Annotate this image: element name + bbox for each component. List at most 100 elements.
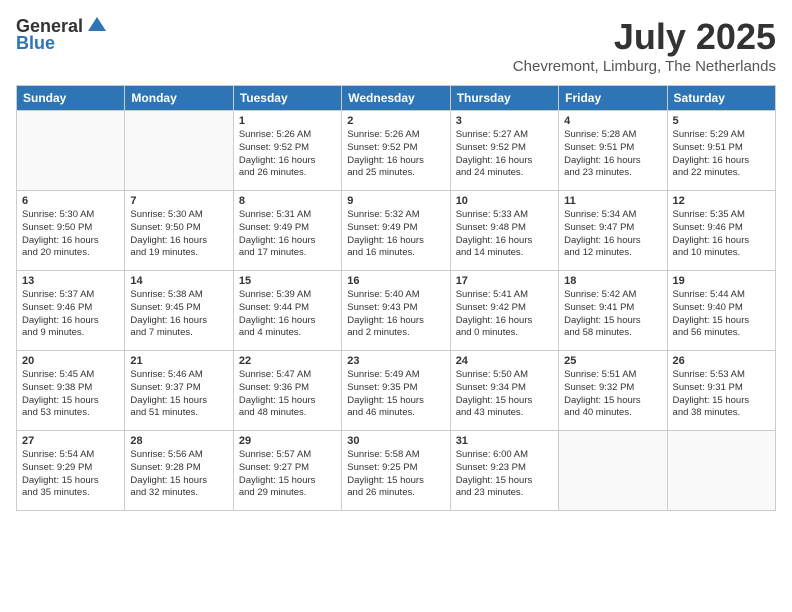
- calendar-cell: 2Sunrise: 5:26 AM Sunset: 9:52 PM Daylig…: [342, 111, 450, 191]
- day-detail: Sunrise: 5:34 AM Sunset: 9:47 PM Dayligh…: [564, 209, 661, 260]
- day-number: 24: [456, 355, 553, 367]
- weekday-header: Thursday: [450, 86, 558, 111]
- calendar-cell: 5 Sunrise: 5:29 AM Sunset: 9:51 PM Daylig…: [667, 111, 775, 191]
- day-number: 4: [564, 115, 661, 127]
- calendar-cell: 14 Sunrise: 5:38 AM Sunset: 9:45 PM Dayli…: [125, 271, 233, 351]
- day-detail: Sunrise: 5:51 AM Sunset: 9:32 PM Dayligh…: [564, 369, 661, 420]
- weekday-header: Tuesday: [233, 86, 341, 111]
- calendar-cell: 29 Sunrise: 5:57 AM Sunset: 9:27 PM Dayli…: [233, 431, 341, 511]
- calendar-cell: 31Sunrise: 6:00 AM Sunset: 9:23 PM Dayli…: [450, 431, 558, 511]
- day-number: 21: [130, 355, 227, 367]
- calendar-cell: 8 Sunrise: 5:31 AM Sunset: 9:49 PM Daylig…: [233, 191, 341, 271]
- calendar-cell: 7 Sunrise: 5:30 AM Sunset: 9:50 PM Daylig…: [125, 191, 233, 271]
- logo-triangle-icon: [88, 17, 106, 36]
- day-detail: Sunrise: 5:40 AM Sunset: 9:43 PM Dayligh…: [347, 289, 444, 340]
- weekday-header-row: SundayMondayTuesdayWednesdayThursdayFrid…: [17, 86, 776, 111]
- day-number: 22: [239, 355, 336, 367]
- calendar-cell: 19 Sunrise: 5:44 AM Sunset: 9:40 PM Dayli…: [667, 271, 775, 351]
- calendar-cell: 17 Sunrise: 5:41 AM Sunset: 9:42 PM Dayli…: [450, 271, 558, 351]
- day-detail: Sunrise: 5:44 AM Sunset: 9:40 PM Dayligh…: [673, 289, 770, 340]
- day-detail: Sunrise: 5:46 AM Sunset: 9:37 PM Dayligh…: [130, 369, 227, 420]
- day-number: 1: [239, 115, 336, 127]
- week-row: 20 Sunrise: 5:45 AM Sunset: 9:38 PM Dayli…: [17, 351, 776, 431]
- weekday-header: Sunday: [17, 86, 125, 111]
- calendar-cell: 26Sunrise: 5:53 AM Sunset: 9:31 PM Dayli…: [667, 351, 775, 431]
- day-detail: Sunrise: 5:39 AM Sunset: 9:44 PM Dayligh…: [239, 289, 336, 340]
- day-number: 16: [347, 275, 444, 287]
- day-detail: Sunrise: 5:26 AM Sunset: 9:52 PM Dayligh…: [239, 129, 336, 180]
- calendar-cell: 21 Sunrise: 5:46 AM Sunset: 9:37 PM Dayli…: [125, 351, 233, 431]
- day-detail: Sunrise: 5:58 AM Sunset: 9:25 PM Dayligh…: [347, 449, 444, 500]
- day-detail: Sunrise: 5:31 AM Sunset: 9:49 PM Dayligh…: [239, 209, 336, 260]
- calendar-cell: 3Sunrise: 5:27 AM Sunset: 9:52 PM Daylig…: [450, 111, 558, 191]
- calendar-cell: 15 Sunrise: 5:39 AM Sunset: 9:44 PM Dayli…: [233, 271, 341, 351]
- week-row: 13 Sunrise: 5:37 AM Sunset: 9:46 PM Dayli…: [17, 271, 776, 351]
- day-number: 14: [130, 275, 227, 287]
- day-detail: Sunrise: 5:49 AM Sunset: 9:35 PM Dayligh…: [347, 369, 444, 420]
- calendar-cell: [17, 111, 125, 191]
- day-number: 23: [347, 355, 444, 367]
- day-number: 9: [347, 195, 444, 207]
- weekday-header: Monday: [125, 86, 233, 111]
- calendar-cell: [559, 431, 667, 511]
- day-detail: Sunrise: 5:50 AM Sunset: 9:34 PM Dayligh…: [456, 369, 553, 420]
- day-detail: Sunrise: 5:38 AM Sunset: 9:45 PM Dayligh…: [130, 289, 227, 340]
- day-detail: Sunrise: 5:45 AM Sunset: 9:38 PM Dayligh…: [22, 369, 119, 420]
- day-detail: Sunrise: 5:37 AM Sunset: 9:46 PM Dayligh…: [22, 289, 119, 340]
- day-detail: Sunrise: 5:30 AM Sunset: 9:50 PM Dayligh…: [130, 209, 227, 260]
- day-number: 26: [673, 355, 770, 367]
- week-row: 27Sunrise: 5:54 AM Sunset: 9:29 PM Dayli…: [17, 431, 776, 511]
- day-number: 13: [22, 275, 119, 287]
- day-detail: Sunrise: 5:33 AM Sunset: 9:48 PM Dayligh…: [456, 209, 553, 260]
- day-detail: Sunrise: 5:29 AM Sunset: 9:51 PM Dayligh…: [673, 129, 770, 180]
- weekday-header: Friday: [559, 86, 667, 111]
- calendar-cell: 25 Sunrise: 5:51 AM Sunset: 9:32 PM Dayli…: [559, 351, 667, 431]
- calendar-cell: 22 Sunrise: 5:47 AM Sunset: 9:36 PM Dayli…: [233, 351, 341, 431]
- day-detail: Sunrise: 5:54 AM Sunset: 9:29 PM Dayligh…: [22, 449, 119, 500]
- calendar-cell: 30 Sunrise: 5:58 AM Sunset: 9:25 PM Dayli…: [342, 431, 450, 511]
- day-number: 5: [673, 115, 770, 127]
- day-number: 29: [239, 435, 336, 447]
- day-number: 31: [456, 435, 553, 447]
- day-number: 20: [22, 355, 119, 367]
- day-number: 25: [564, 355, 661, 367]
- calendar-cell: 16 Sunrise: 5:40 AM Sunset: 9:43 PM Dayli…: [342, 271, 450, 351]
- day-number: 11: [564, 195, 661, 207]
- calendar-cell: 12Sunrise: 5:35 AM Sunset: 9:46 PM Dayli…: [667, 191, 775, 271]
- day-detail: Sunrise: 5:32 AM Sunset: 9:49 PM Dayligh…: [347, 209, 444, 260]
- day-detail: Sunrise: 5:47 AM Sunset: 9:36 PM Dayligh…: [239, 369, 336, 420]
- calendar-cell: 11 Sunrise: 5:34 AM Sunset: 9:47 PM Dayli…: [559, 191, 667, 271]
- day-detail: Sunrise: 5:26 AM Sunset: 9:52 PM Dayligh…: [347, 129, 444, 180]
- day-number: 7: [130, 195, 227, 207]
- logo: General Blue: [16, 16, 106, 54]
- calendar-table: SundayMondayTuesdayWednesdayThursdayFrid…: [16, 85, 776, 511]
- calendar-cell: 9 Sunrise: 5:32 AM Sunset: 9:49 PM Daylig…: [342, 191, 450, 271]
- day-number: 30: [347, 435, 444, 447]
- day-number: 15: [239, 275, 336, 287]
- calendar-cell: 24 Sunrise: 5:50 AM Sunset: 9:34 PM Dayli…: [450, 351, 558, 431]
- title-section: July 2025 Chevremont, Limburg, The Nethe…: [513, 16, 776, 75]
- day-number: 19: [673, 275, 770, 287]
- day-detail: Sunrise: 5:42 AM Sunset: 9:41 PM Dayligh…: [564, 289, 661, 340]
- calendar-cell: 10Sunrise: 5:33 AM Sunset: 9:48 PM Dayli…: [450, 191, 558, 271]
- calendar-cell: 28Sunrise: 5:56 AM Sunset: 9:28 PM Dayli…: [125, 431, 233, 511]
- day-detail: Sunrise: 5:57 AM Sunset: 9:27 PM Dayligh…: [239, 449, 336, 500]
- month-year-title: July 2025: [513, 16, 776, 58]
- day-detail: Sunrise: 5:28 AM Sunset: 9:51 PM Dayligh…: [564, 129, 661, 180]
- day-detail: Sunrise: 5:41 AM Sunset: 9:42 PM Dayligh…: [456, 289, 553, 340]
- calendar-cell: 13 Sunrise: 5:37 AM Sunset: 9:46 PM Dayli…: [17, 271, 125, 351]
- week-row: 1 Sunrise: 5:26 AM Sunset: 9:52 PM Daylig…: [17, 111, 776, 191]
- day-number: 8: [239, 195, 336, 207]
- weekday-header: Saturday: [667, 86, 775, 111]
- day-number: 17: [456, 275, 553, 287]
- day-detail: Sunrise: 5:56 AM Sunset: 9:28 PM Dayligh…: [130, 449, 227, 500]
- weekday-header: Wednesday: [342, 86, 450, 111]
- calendar-cell: 18 Sunrise: 5:42 AM Sunset: 9:41 PM Dayli…: [559, 271, 667, 351]
- calendar-cell: 23 Sunrise: 5:49 AM Sunset: 9:35 PM Dayli…: [342, 351, 450, 431]
- day-number: 18: [564, 275, 661, 287]
- calendar-cell: 1 Sunrise: 5:26 AM Sunset: 9:52 PM Daylig…: [233, 111, 341, 191]
- calendar-cell: 27Sunrise: 5:54 AM Sunset: 9:29 PM Dayli…: [17, 431, 125, 511]
- week-row: 6Sunrise: 5:30 AM Sunset: 9:50 PM Daylig…: [17, 191, 776, 271]
- calendar-cell: [667, 431, 775, 511]
- day-detail: Sunrise: 5:35 AM Sunset: 9:46 PM Dayligh…: [673, 209, 770, 260]
